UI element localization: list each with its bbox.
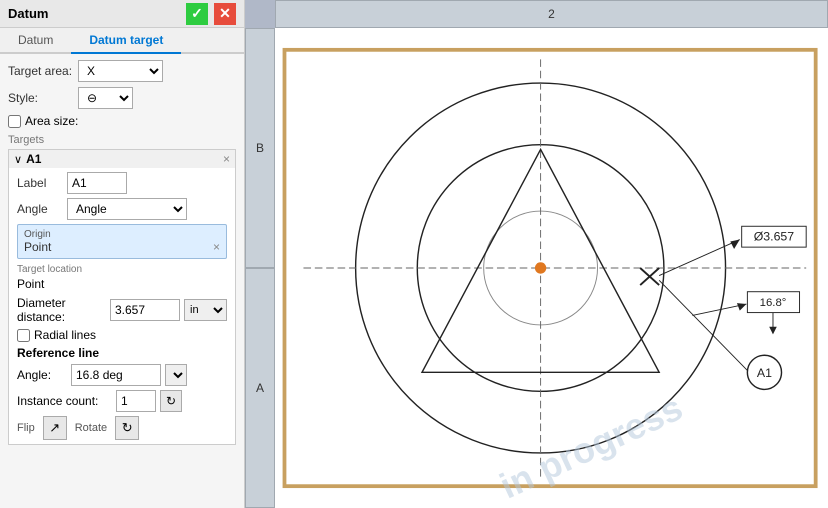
svg-text:16.8°: 16.8° bbox=[760, 297, 787, 309]
tabs-container: Datum Datum target bbox=[0, 28, 244, 54]
col-headers: 2 bbox=[245, 0, 828, 28]
style-label: Style: bbox=[8, 91, 78, 105]
origin-value: Point bbox=[24, 240, 51, 254]
label-row: Label bbox=[17, 172, 227, 194]
instance-label: Instance count: bbox=[17, 394, 112, 408]
row-label-a: A bbox=[245, 268, 275, 508]
row-labels: B A bbox=[245, 28, 275, 508]
radial-lines-checkbox[interactable] bbox=[17, 329, 30, 342]
diameter-unit-select[interactable]: in mm bbox=[184, 299, 227, 321]
instance-input[interactable] bbox=[116, 390, 156, 412]
target-close-button[interactable]: × bbox=[223, 152, 230, 166]
target-name: A1 bbox=[26, 152, 223, 166]
angle-type-row: Angle Angle bbox=[17, 198, 227, 220]
target-group-a1: ∨ A1 × Label Angle Angle bbox=[8, 149, 236, 445]
row-label-b: B bbox=[245, 28, 275, 268]
canvas-area: 2 B A in progress bbox=[245, 0, 828, 508]
panel-content: Target area: X Circle Rectangle Style: ⊖… bbox=[0, 54, 244, 508]
svg-text:Ø3.657: Ø3.657 bbox=[754, 229, 795, 243]
style-row: Style: ⊖ ⊕ bbox=[8, 87, 236, 109]
style-select[interactable]: ⊖ ⊕ bbox=[78, 87, 133, 109]
origin-value-row: Point × bbox=[24, 240, 220, 254]
diameter-input[interactable] bbox=[110, 299, 180, 321]
radial-lines-label: Radial lines bbox=[34, 328, 96, 342]
area-size-label: Area size: bbox=[25, 114, 78, 128]
left-panel: Datum ✓ ✕ Datum Datum target Target area… bbox=[0, 0, 245, 508]
target-area-row: Target area: X Circle Rectangle bbox=[8, 60, 236, 82]
flip-label: Flip bbox=[17, 422, 35, 434]
label-input[interactable] bbox=[67, 172, 127, 194]
cancel-button[interactable]: ✕ bbox=[214, 3, 236, 25]
target-area-select[interactable]: X Circle Rectangle bbox=[78, 60, 163, 82]
diameter-distance-label: Diameter distance: bbox=[17, 296, 106, 324]
target-area-label: Target area: bbox=[8, 64, 78, 78]
radial-lines-row: Radial lines bbox=[17, 328, 227, 342]
rotate-button[interactable]: ↻ bbox=[115, 416, 139, 440]
refresh-button[interactable]: ↻ bbox=[160, 390, 182, 412]
angle-type-label: Angle bbox=[17, 202, 67, 216]
area-size-row: Area size: bbox=[8, 114, 236, 128]
panel-title: Datum bbox=[8, 6, 180, 21]
targets-section-label: Targets bbox=[8, 134, 236, 146]
diameter-row: Diameter distance: in mm bbox=[17, 296, 227, 324]
angle-type-select[interactable]: Angle bbox=[67, 198, 187, 220]
target-body: Label Angle Angle Origin Point × bbox=[9, 168, 235, 444]
header-spacer bbox=[245, 0, 275, 28]
expand-icon[interactable]: ∨ bbox=[14, 153, 22, 166]
flip-button[interactable]: ↗ bbox=[43, 416, 67, 440]
angle-dropdown[interactable]: ▼ bbox=[165, 364, 187, 386]
tab-datum[interactable]: Datum bbox=[0, 28, 71, 54]
flip-rotate-row: Flip ↗ Rotate ↻ bbox=[17, 416, 227, 440]
rotate-label: Rotate bbox=[75, 422, 107, 434]
area-size-checkbox[interactable] bbox=[8, 115, 21, 128]
tab-datum-target[interactable]: Datum target bbox=[71, 28, 181, 54]
reference-line-label: Reference line bbox=[17, 346, 227, 360]
svg-text:A1: A1 bbox=[757, 366, 772, 380]
origin-box: Origin Point × bbox=[17, 224, 227, 259]
angle-input[interactable] bbox=[71, 364, 161, 386]
origin-clear-button[interactable]: × bbox=[213, 240, 220, 254]
target-location-label: Target location bbox=[17, 264, 227, 275]
angle-row: Angle: ▼ bbox=[17, 364, 227, 386]
target-header: ∨ A1 × bbox=[9, 150, 235, 168]
panel-header: Datum ✓ ✕ bbox=[0, 0, 244, 28]
drawing-svg: Ø3.657 16.8° A1 bbox=[275, 28, 828, 508]
target-location-value: Point bbox=[17, 277, 227, 291]
confirm-button[interactable]: ✓ bbox=[186, 3, 208, 25]
drawing-area: in progress bbox=[275, 28, 828, 508]
instance-row: Instance count: ↻ bbox=[17, 390, 227, 412]
label-field-label: Label bbox=[17, 176, 67, 190]
col-header-2: 2 bbox=[275, 0, 828, 28]
origin-label: Origin bbox=[24, 229, 220, 240]
angle-input-label: Angle: bbox=[17, 368, 67, 382]
